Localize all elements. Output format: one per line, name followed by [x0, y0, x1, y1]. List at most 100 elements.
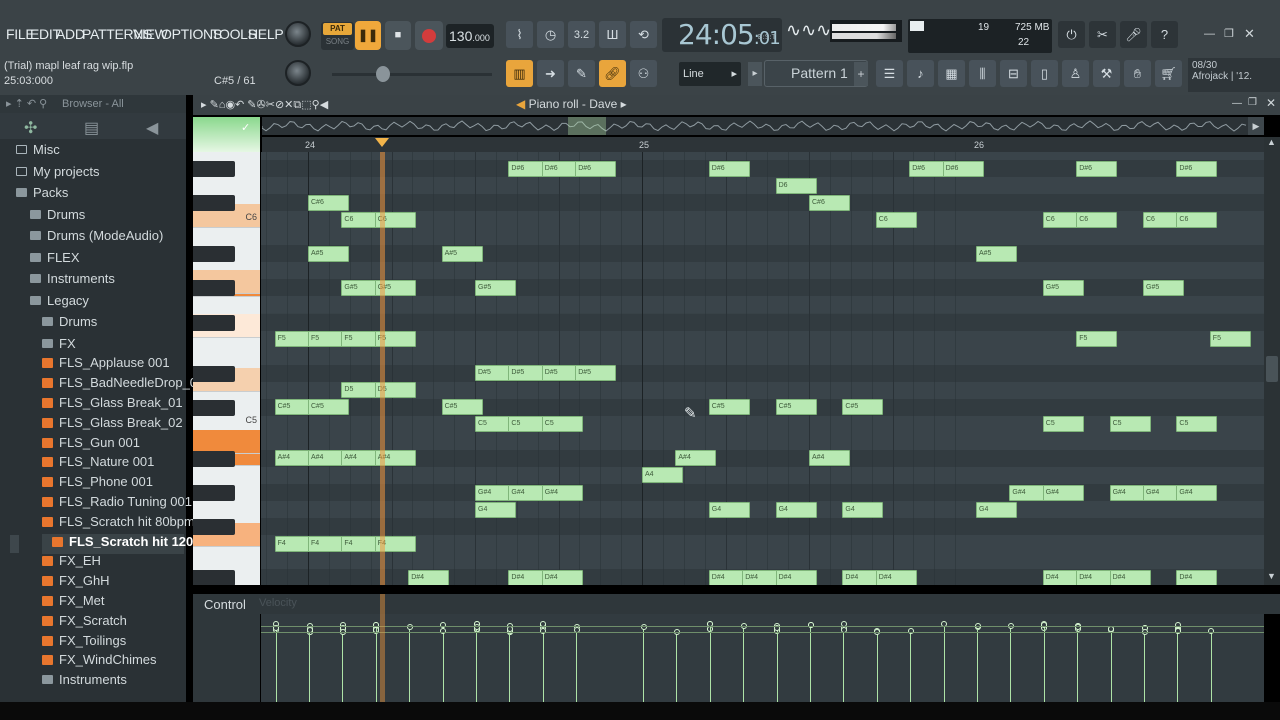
browser-collapse-icon[interactable]: ✣: [24, 118, 37, 138]
hand-icon[interactable]: ✋︎: [1124, 60, 1151, 87]
velocity-bar[interactable]: [1043, 625, 1045, 702]
note[interactable]: G4: [842, 501, 884, 518]
step-edit-icon[interactable]: Ш: [599, 21, 626, 48]
note[interactable]: C5: [1109, 416, 1151, 433]
note[interactable]: G#5: [1143, 279, 1184, 296]
pattern-add-icon[interactable]: +: [854, 62, 868, 86]
browser-item[interactable]: FLEX: [30, 248, 80, 268]
browser-item[interactable]: FX_Toilings: [42, 631, 126, 651]
browser-item[interactable]: FLS_Nature 001: [42, 452, 154, 472]
control-target[interactable]: Velocity: [259, 597, 297, 609]
velocity-bar[interactable]: [776, 628, 778, 702]
plugin-icon[interactable]: ♙: [1062, 60, 1089, 87]
note-grid[interactable]: D#6 D#6 D#6 D#6 D#6 D#6 D#6 D#6 D6 C#6 C#6 C6 C6 C6 C6…: [261, 152, 1264, 585]
vertical-scroll-thumb[interactable]: [1266, 356, 1278, 382]
note[interactable]: C#5: [842, 399, 884, 416]
note[interactable]: D#4: [775, 569, 817, 585]
browser-nav-icon[interactable]: ▸ ⇡ ↶ ⚲: [6, 97, 47, 110]
play-button[interactable]: ❚❚: [355, 21, 381, 50]
browser-item[interactable]: FLS_Gun 001: [42, 433, 140, 453]
black-key[interactable]: [193, 519, 235, 536]
note[interactable]: D#6: [708, 160, 750, 177]
note[interactable]: A4: [642, 467, 683, 484]
note[interactable]: C6: [1176, 211, 1218, 228]
mixer-icon[interactable]: ⫼: [969, 60, 996, 87]
piano-roll-tools-icon[interactable]: ▸ ✎⌂◉↶ ✎✇✂⊘✕⧉⬚⚲◀︎: [201, 98, 328, 112]
browser-speaker-icon[interactable]: ◀: [146, 118, 158, 138]
velocity-bar[interactable]: [576, 630, 578, 702]
velocity-bar[interactable]: [409, 627, 411, 702]
velocity-handle[interactable]: [1174, 628, 1181, 634]
velocity-handle[interactable]: [1208, 628, 1215, 634]
note[interactable]: C#5: [308, 399, 349, 416]
velocity-bar[interactable]: [342, 632, 344, 702]
velocity-bar[interactable]: [1210, 631, 1212, 702]
browser-item[interactable]: Packs: [16, 183, 68, 203]
window-minimize-icon[interactable]: —: [1204, 28, 1215, 40]
velocity-bar[interactable]: [943, 624, 945, 702]
window-restore-icon[interactable]: ❐: [1224, 27, 1234, 40]
link-icon[interactable]: 🔗︎: [599, 60, 626, 87]
black-key[interactable]: [193, 161, 235, 178]
menu-add[interactable]: ADD: [56, 26, 85, 42]
stamp-icon[interactable]: ⚇: [630, 60, 657, 87]
browser-item[interactable]: Drums: [30, 205, 85, 225]
note[interactable]: C6: [1076, 211, 1118, 228]
keyboard-icon[interactable]: ▥: [506, 60, 533, 87]
note[interactable]: C#6: [308, 194, 349, 211]
note[interactable]: G#4: [1176, 484, 1218, 501]
note[interactable]: D#4: [1176, 569, 1218, 585]
note[interactable]: F5: [1076, 331, 1118, 348]
black-key[interactable]: [193, 314, 235, 331]
browser-label[interactable]: Browser - All: [62, 98, 124, 110]
note[interactable]: D#4: [541, 569, 583, 585]
black-key[interactable]: [193, 450, 235, 467]
note[interactable]: G4: [775, 501, 817, 518]
velocity-bar[interactable]: [542, 631, 544, 702]
note[interactable]: C5: [1176, 416, 1218, 433]
browser-file-icon[interactable]: ▤: [84, 118, 99, 138]
browser-item[interactable]: Instruments: [42, 670, 127, 690]
browser-item[interactable]: Instruments: [30, 269, 115, 289]
browser-item[interactable]: Misc: [16, 140, 60, 160]
browser-item[interactable]: FLS_BadNeedleDrop_02: [42, 373, 204, 393]
mic-icon[interactable]: 🎤︎: [1120, 21, 1147, 48]
note[interactable]: A#4: [809, 450, 850, 467]
pr-close-icon[interactable]: ✕: [1266, 96, 1276, 110]
channel-rack-icon[interactable]: ▦: [938, 60, 965, 87]
master-volume-knob[interactable]: [285, 21, 311, 47]
loop-record-icon[interactable]: ⟲: [630, 21, 657, 48]
playhead-marker-icon[interactable]: [375, 138, 389, 147]
velocity-bar[interactable]: [476, 627, 477, 702]
black-key[interactable]: [193, 485, 235, 501]
browser-item[interactable]: FX_GhH: [42, 571, 110, 591]
browser-item[interactable]: FX_EH: [42, 551, 101, 571]
velocity-lane[interactable]: [261, 614, 1264, 702]
note[interactable]: C#5: [708, 399, 750, 416]
metronome-icon[interactable]: ⌇: [506, 21, 533, 48]
velocity-bar[interactable]: [709, 624, 711, 702]
velocity-handle[interactable]: [440, 628, 447, 634]
control-label[interactable]: Control: [204, 597, 246, 612]
browser-item[interactable]: My projects: [16, 162, 99, 182]
note[interactable]: C#5: [775, 399, 817, 416]
arrow-right-icon[interactable]: ➜: [537, 60, 564, 87]
velocity-bar[interactable]: [1110, 629, 1112, 702]
note[interactable]: A#5: [976, 245, 1017, 262]
piano-keyboard[interactable]: C6 C5: [193, 152, 260, 585]
piano-roll-title[interactable]: ◀︎ Piano roll - Dave ▸: [516, 97, 627, 111]
note[interactable]: F5: [1209, 331, 1251, 348]
note[interactable]: C#5: [441, 399, 483, 416]
note[interactable]: G4: [976, 501, 1017, 518]
note[interactable]: D6: [775, 177, 817, 194]
playlist-icon[interactable]: ☰: [876, 60, 903, 87]
black-key[interactable]: [193, 280, 235, 297]
pr-restore-icon[interactable]: ❐: [1248, 97, 1257, 108]
black-key[interactable]: [193, 246, 235, 263]
note[interactable]: G4: [708, 501, 750, 518]
countdown-icon[interactable]: 3.2: [568, 21, 595, 48]
note[interactable]: G4: [475, 501, 516, 518]
piano-roll-icon[interactable]: ♪: [907, 60, 934, 87]
velocity-bar[interactable]: [442, 631, 444, 702]
browser-item[interactable]: FLS_Glass Break_01: [42, 393, 183, 413]
